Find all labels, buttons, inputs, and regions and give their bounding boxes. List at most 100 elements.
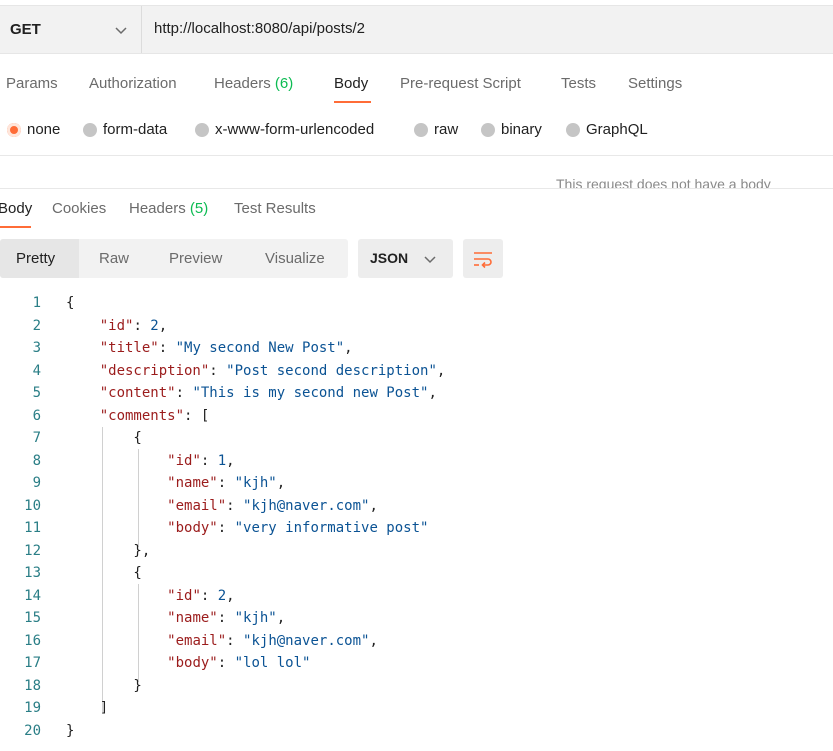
json-punctuation: : (200, 452, 218, 469)
request-bar: GET http://localhost:8080/api/posts/2 (0, 5, 833, 54)
code-text: "description": "Post second description"… (66, 360, 446, 382)
tab-label: Headers (129, 200, 186, 217)
line-number: 10 (24, 497, 41, 514)
line-number: 1 (32, 295, 41, 311)
json-string-value: "Post second description" (226, 362, 437, 379)
language-select[interactable]: JSON (358, 239, 453, 278)
json-key: "comments" (99, 407, 185, 424)
code-text: "body": "very informative post" (66, 517, 428, 539)
json-string-value: "lol lol" (234, 655, 311, 671)
tab-label: Body (334, 75, 369, 92)
tab-label: Authorization (89, 75, 177, 92)
code-text: "id": 2, (66, 315, 167, 337)
language-label: JSON (370, 250, 409, 266)
method-label: GET (10, 21, 41, 38)
line-number: 15 (24, 610, 41, 626)
json-punctuation: , (158, 317, 168, 334)
no-body-note: This request does not have a body (556, 176, 771, 188)
response-tab-headers[interactable]: Headers (5) (129, 200, 208, 217)
json-punctuation: , (436, 362, 446, 379)
line-number: 8 (32, 452, 41, 469)
code-text: "name": "kjh", (66, 607, 285, 629)
line-number: 20 (24, 722, 41, 739)
line-number: 13 (24, 565, 41, 581)
tab-label: Cookies (52, 200, 107, 217)
response-tab-cookies[interactable]: Cookies (52, 200, 106, 217)
line-number: 19 (24, 700, 41, 716)
json-punctuation: : [ (184, 407, 210, 424)
json-key: "body" (167, 655, 218, 671)
line-number: 7 (32, 430, 41, 446)
json-punctuation: : (217, 610, 235, 626)
json-string-value: "This is my second new Post" (192, 385, 429, 401)
json-string-value: "My second New Post" (175, 340, 345, 356)
code-text: "id": 1, (66, 450, 234, 472)
code-text: "name": "kjh", (66, 472, 285, 494)
code-text: "body": "lol lol" (66, 652, 310, 674)
radio-label: form-data (103, 121, 168, 138)
code-text: ] (66, 697, 108, 719)
raw-button[interactable]: Raw (99, 239, 129, 278)
radio-label: none (27, 121, 61, 138)
json-punctuation: : (226, 497, 244, 514)
tab-headers[interactable]: Headers (6) (214, 75, 293, 92)
preview-button[interactable]: Preview (169, 239, 222, 278)
json-punctuation (66, 588, 167, 604)
response-body-viewer[interactable]: 1 {2 "id": 2, 3 "title": "My second New Po… (0, 292, 833, 751)
line-number: 5 (32, 385, 41, 401)
json-punctuation (66, 453, 167, 469)
json-punctuation: : (133, 317, 151, 334)
header-count-badge: (6) (274, 75, 294, 92)
json-punctuation: , (369, 632, 378, 649)
line-number: 16 (24, 632, 41, 649)
json-key: "name" (167, 610, 218, 626)
visualize-button[interactable]: Visualize (265, 239, 325, 278)
json-punctuation: }, (66, 542, 151, 559)
wrap-lines-button[interactable] (463, 239, 503, 278)
line-number: 3 (32, 340, 41, 356)
line-number: 2 (32, 317, 41, 334)
radio-icon (414, 123, 428, 137)
line-number: 12 (24, 542, 41, 559)
json-punctuation: : (200, 587, 218, 604)
divider (0, 155, 833, 156)
radio-label: GraphQL (586, 121, 648, 138)
json-punctuation: , (344, 340, 353, 356)
tab-label: Headers (214, 75, 271, 92)
tab-tests[interactable]: Tests (561, 75, 596, 92)
chevron-down-icon (115, 27, 127, 35)
code-text: } (66, 675, 141, 697)
response-tab-test-results[interactable]: Test Results (234, 200, 316, 217)
json-punctuation: ] (66, 700, 109, 716)
json-key: "id" (99, 317, 134, 334)
response-tab-body[interactable]: Body (0, 200, 32, 217)
method-select[interactable]: GET (0, 6, 142, 53)
tab-body[interactable]: Body (334, 75, 368, 92)
tab-pre-request-script[interactable]: Pre-request Script (400, 75, 521, 92)
json-punctuation (66, 655, 167, 671)
json-punctuation (66, 520, 167, 536)
json-string-value: "kjh" (234, 610, 277, 626)
tab-settings[interactable]: Settings (628, 75, 682, 92)
tab-label: Test Results (234, 200, 316, 217)
json-punctuation: , (276, 610, 286, 626)
code-text: "email": "kjh@naver.com", (66, 630, 378, 652)
tab-authorization[interactable]: Authorization (89, 75, 177, 92)
code-text: }, (66, 540, 150, 562)
line-number: 14 (24, 587, 41, 604)
json-string-value: "kjh@naver.com" (243, 632, 370, 649)
json-key: "body" (167, 520, 218, 536)
code-text: "id": 2, (66, 585, 234, 607)
tab-label: Params (6, 75, 58, 92)
line-number: 17 (24, 655, 41, 671)
tab-params[interactable]: Params (6, 75, 58, 92)
pretty-button[interactable]: Pretty (0, 239, 79, 278)
json-key: "email" (167, 632, 227, 649)
json-string-value: "very informative post" (234, 520, 429, 536)
radio-label: binary (501, 121, 542, 138)
json-punctuation (66, 318, 100, 334)
format-toggle-group: Pretty Raw Preview Visualize (0, 239, 348, 278)
url-input[interactable]: http://localhost:8080/api/posts/2 (154, 20, 365, 37)
header-count-badge: (5) (189, 200, 209, 217)
tab-label: Settings (628, 75, 683, 92)
